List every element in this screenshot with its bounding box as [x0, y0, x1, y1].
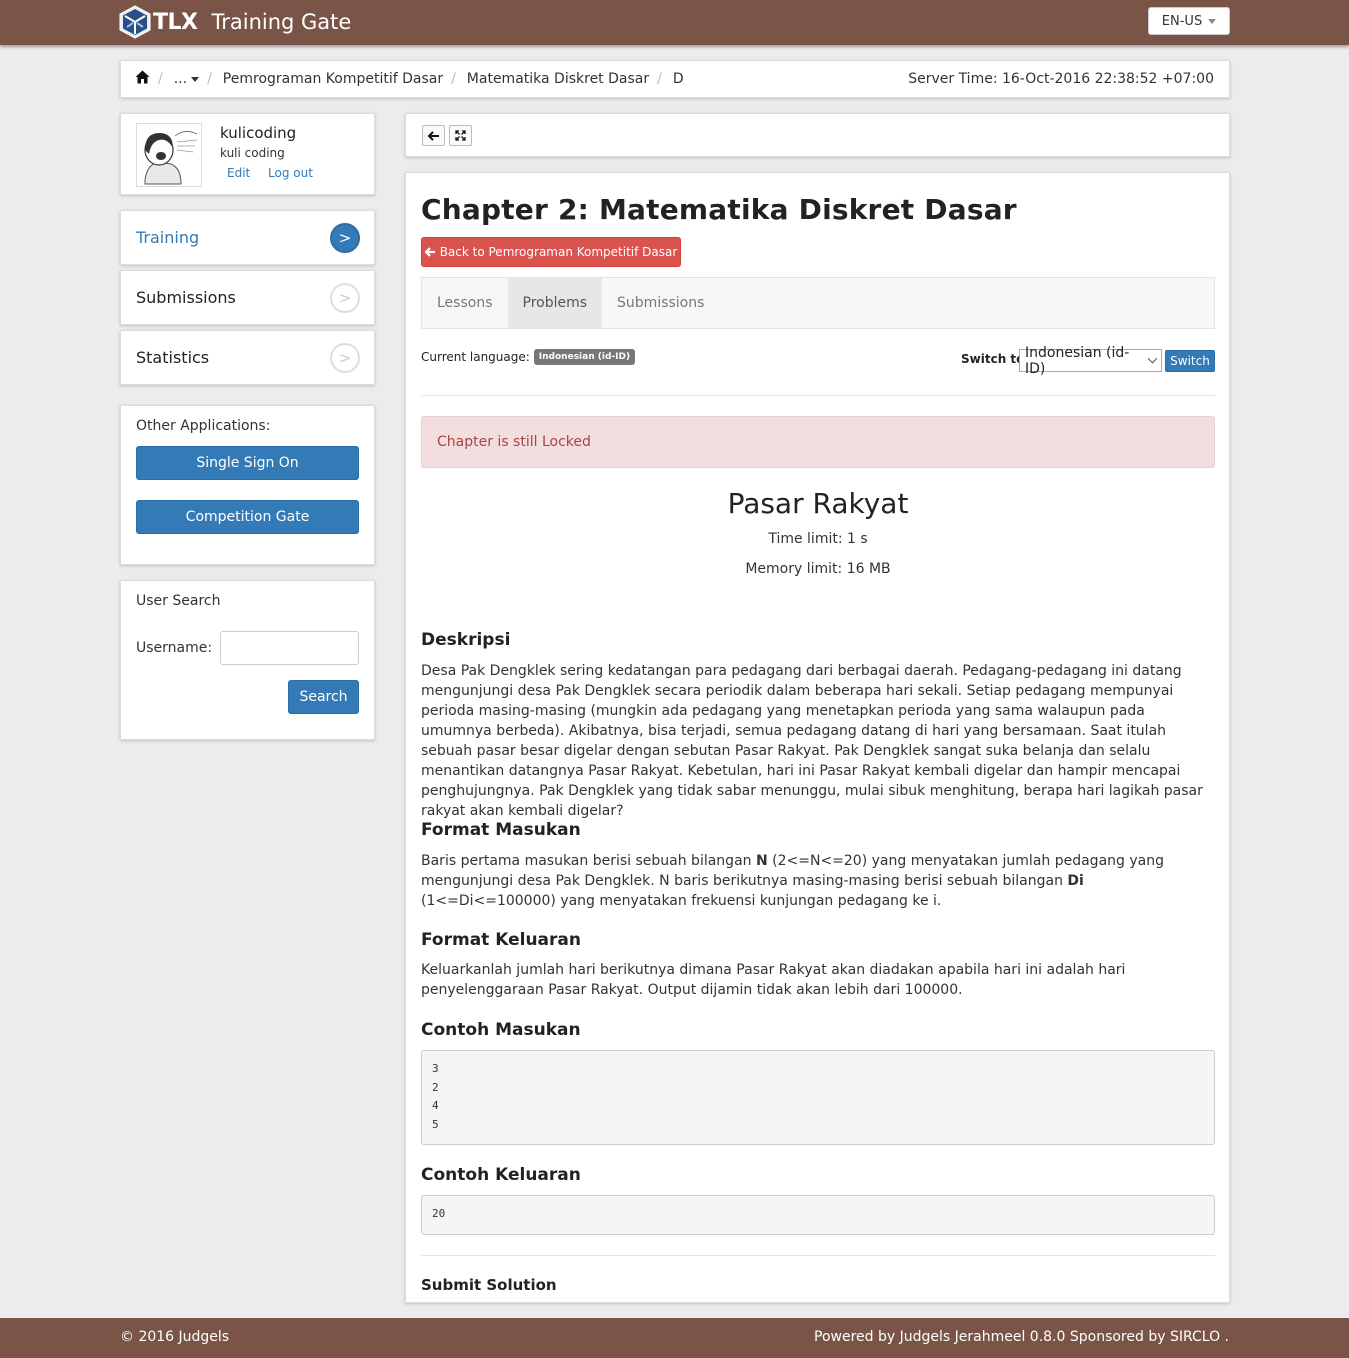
sample-output-block: 20: [421, 1195, 1215, 1235]
breadcrumb-separator: /: [207, 71, 212, 87]
input-format-variable: N: [755, 853, 768, 869]
username-label: Username:: [136, 640, 213, 656]
problem-title: Pasar Rakyat: [727, 487, 909, 520]
breadcrumb-course[interactable]: Pemrograman Kompetitif Dasar: [223, 71, 443, 87]
breadcrumb-chapter[interactable]: Matematika Diskret Dasar: [467, 71, 649, 87]
breadcrumb-more-label: ...: [173, 71, 188, 87]
memory-limit: Memory limit: 16 MB: [745, 561, 891, 577]
output-format-heading: Format Keluaran: [421, 930, 581, 950]
back-to-course-button[interactable]: Back to Pemrograman Kompetitif Dasar: [421, 237, 681, 267]
tab-submissions[interactable]: Submissions: [602, 278, 719, 328]
output-format-text: Keluarkanlah jumlah hari berikutnya dima…: [421, 962, 1126, 998]
breadcrumb-separator: /: [657, 71, 662, 87]
current-language: Current language: Indonesian (id-ID): [421, 349, 636, 365]
profile-card: kulicoding kuli coding Edit Log out: [120, 113, 375, 195]
sample-input-heading: Contoh Masukan: [421, 1020, 581, 1040]
sidebar-item-statistics[interactable]: Statistics >: [120, 330, 375, 385]
main-content: Chapter 2: Matematika Diskret Dasar Back…: [405, 172, 1230, 1303]
profile-fullname: kuli coding: [220, 146, 285, 160]
language-select[interactable]: Indonesian (id-ID): [1019, 345, 1162, 377]
username-input[interactable]: [220, 631, 359, 665]
chevron-right-icon: >: [330, 283, 360, 313]
input-format-text: Baris pertama masukan berisi sebuah bila…: [421, 851, 1215, 911]
locked-alert: Chapter is still Locked: [421, 416, 1215, 468]
description-text: Desa Pak Dengklek sering kedatangan para…: [421, 663, 1203, 819]
chapter-title: Chapter 2: Matematika Diskret Dasar: [421, 193, 1017, 226]
server-time: Server Time: 16-Oct-2016 22:38:52 +07:00: [908, 71, 1214, 87]
chevron-down-icon: [1208, 18, 1217, 24]
fullscreen-icon[interactable]: [449, 125, 472, 146]
tab-lessons[interactable]: Lessons: [422, 278, 508, 328]
content-toolbar: [405, 113, 1230, 157]
time-limit: Time limit: 1 s: [768, 531, 868, 547]
app-logo[interactable]: TLX Training Gate: [119, 5, 351, 39]
app-title: Training Gate: [211, 10, 352, 34]
search-button[interactable]: Search: [288, 680, 359, 714]
description-heading: Deskripsi: [421, 630, 511, 650]
back-button-label: Back to Pemrograman Kompetitif Dasar: [439, 245, 678, 259]
other-applications-panel: Other Applications: Single Sign On Compe…: [120, 405, 375, 565]
breadcrumb-more-dropdown[interactable]: ...: [173, 71, 200, 87]
logo-text: TLX: [153, 9, 198, 35]
switch-language-label: Switch to: [961, 352, 1025, 366]
breadcrumb-separator: /: [158, 71, 163, 87]
sidebar-item-training[interactable]: Training >: [120, 210, 375, 265]
sidebar-item-label: Training: [136, 228, 200, 247]
language-label: EN-US: [1161, 13, 1203, 29]
edit-profile-link[interactable]: Edit: [227, 166, 250, 180]
breadcrumb-problem[interactable]: D: [673, 71, 684, 87]
user-search-panel: User Search Username: Search: [120, 580, 375, 740]
sample-output-heading: Contoh Keluaran: [421, 1165, 581, 1185]
logout-link[interactable]: Log out: [268, 166, 313, 180]
current-language-badge: Indonesian (id-ID): [533, 349, 636, 365]
input-format-variable: Di: [1067, 873, 1084, 889]
tab-problems[interactable]: Problems: [507, 278, 603, 328]
switch-language-button[interactable]: Switch: [1165, 350, 1215, 372]
arrow-left-icon[interactable]: [422, 125, 445, 146]
language-select-value: Indonesian (id-ID): [1025, 344, 1130, 377]
sidebar-item-label: Submissions: [136, 288, 236, 307]
input-format-part: Baris pertama masukan berisi sebuah bila…: [421, 853, 756, 869]
other-applications-label: Other Applications:: [136, 418, 271, 434]
language-dropdown[interactable]: EN-US: [1148, 7, 1230, 35]
avatar: [136, 123, 202, 187]
home-icon[interactable]: [135, 70, 150, 88]
chevron-down-icon: [1147, 353, 1158, 364]
chevron-down-icon: [191, 76, 200, 82]
user-search-title: User Search: [136, 593, 221, 609]
competition-gate-button[interactable]: Competition Gate: [136, 500, 359, 534]
tlx-logo-icon: [119, 5, 151, 39]
footer-powered-by: Powered by Judgels Jerahmeel 0.8.0 Spons…: [814, 1329, 1229, 1345]
chevron-right-icon: >: [330, 343, 360, 373]
footer: © 2016 Judgels Powered by Judgels Jerahm…: [0, 1318, 1349, 1358]
chapter-tabs: Lessons Problems Submissions: [421, 277, 1215, 329]
divider: [421, 1255, 1215, 1256]
breadcrumb: / ... / Pemrograman Kompetitif Dasar / M…: [120, 60, 1230, 98]
input-format-heading: Format Masukan: [421, 820, 581, 840]
profile-username: kulicoding: [220, 124, 297, 142]
current-language-label: Current language:: [421, 350, 530, 364]
sidebar-item-label: Statistics: [136, 348, 210, 367]
breadcrumb-separator: /: [451, 71, 456, 87]
sample-input-block: 3 2 4 5: [421, 1050, 1215, 1145]
sidebar-item-submissions[interactable]: Submissions >: [120, 270, 375, 325]
footer-copyright: © 2016 Judgels: [120, 1329, 230, 1345]
submit-solution-heading: Submit Solution: [421, 1276, 557, 1294]
arrow-left-icon: [424, 247, 435, 257]
input-format-part: (1<=Di<=100000) yang menyatakan frekuens…: [421, 893, 942, 909]
chevron-right-icon: >: [330, 223, 360, 253]
top-navbar: TLX Training Gate EN-US: [0, 0, 1349, 45]
single-sign-on-button[interactable]: Single Sign On: [136, 446, 359, 480]
divider: [421, 395, 1215, 396]
